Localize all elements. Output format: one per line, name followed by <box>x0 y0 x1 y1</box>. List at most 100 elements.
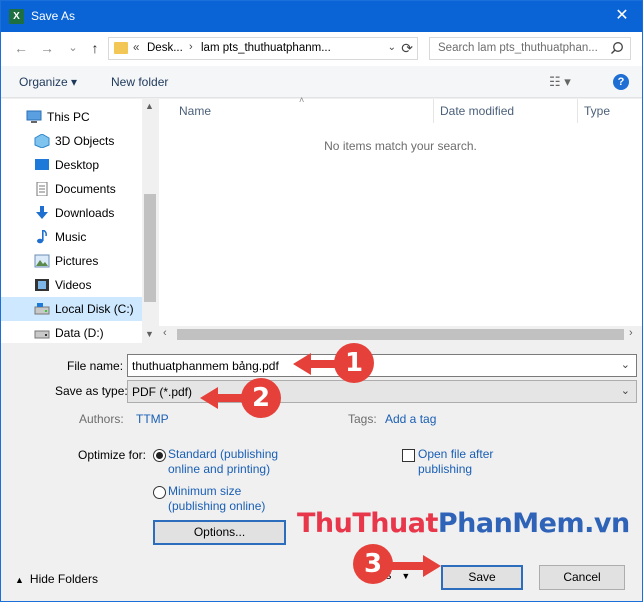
file-name-label: File name: <box>67 359 124 373</box>
minimum-option-label[interactable]: Minimum size (publishing online) <box>168 484 265 514</box>
sidebar-item-data-drive[interactable]: Data (D:) <box>1 321 142 343</box>
search-box[interactable]: Search lam pts_thuthuatphan... <box>429 37 631 60</box>
save-button[interactable]: Save <box>441 565 523 590</box>
authors-label: Authors: <box>79 412 124 426</box>
sidebar-item-desktop[interactable]: Desktop <box>1 153 142 177</box>
breadcrumb-overflow[interactable]: « <box>133 42 139 54</box>
chevron-down-icon[interactable]: ⌄ <box>621 358 630 371</box>
column-header-type[interactable]: Type <box>584 104 610 128</box>
watermark-part2: PhanMem <box>437 508 585 539</box>
sidebar-item-downloads[interactable]: Downloads <box>1 201 142 225</box>
save-as-type-value: PDF (*.pdf) <box>132 385 193 399</box>
organize-button[interactable]: Organize ▾ <box>19 75 77 89</box>
sidebar-item-label: Pictures <box>55 254 99 268</box>
hide-folders-button[interactable]: ▲ Hide Folders <box>15 572 98 586</box>
scroll-up-icon[interactable]: ▲ <box>145 101 154 111</box>
sidebar-item-pictures[interactable]: Pictures <box>1 249 142 273</box>
sidebar-item-label: Downloads <box>55 206 115 220</box>
this-pc-icon <box>26 110 42 123</box>
watermark-part1: ThuThuat <box>297 508 438 539</box>
downloads-icon <box>36 206 48 219</box>
breadcrumb-desktop[interactable]: Desk... <box>147 42 183 54</box>
command-toolbar: Organize ▾ New folder ☷ ▾ ? <box>1 66 642 98</box>
search-icon[interactable] <box>610 41 624 55</box>
callout-badge-2: 2 <box>241 378 281 418</box>
sort-up-icon: ˄ <box>299 95 305 105</box>
music-icon <box>37 230 47 244</box>
empty-message: No items match your search. <box>324 139 477 153</box>
scroll-down-icon[interactable]: ▼ <box>145 329 154 339</box>
sidebar-item-label: Documents <box>55 182 116 196</box>
column-header-date-modified[interactable]: Date modified <box>440 104 514 128</box>
standard-option-line2: online and printing) <box>168 462 271 476</box>
chevron-right-icon: › <box>189 41 193 53</box>
view-options-button[interactable]: ☷ ▾ <box>549 74 571 90</box>
scrollbar-thumb[interactable] <box>177 329 624 340</box>
watermark: ThuThuatPhanMem.vn <box>297 508 630 539</box>
search-input[interactable]: Search lam pts_thuthuatphan... <box>438 42 598 54</box>
add-tag-link[interactable]: Add a tag <box>385 412 436 426</box>
3d-objects-icon <box>34 134 50 148</box>
back-button[interactable]: ← <box>13 40 29 56</box>
open-after-line2: publishing <box>418 462 473 476</box>
chevron-down-icon[interactable]: ⌄ <box>621 384 630 397</box>
save-as-dialog: X Save As ✕ ← → ⌄ ↑ « Desk... › lam pts_… <box>0 0 643 602</box>
sidebar-item-label: This PC <box>47 110 90 124</box>
sidebar-item-documents[interactable]: Documents <box>1 177 142 201</box>
file-name-value[interactable]: thuthuatphanmem bảng.pdf <box>132 359 279 373</box>
save-as-type-label: Save as type: <box>55 384 128 398</box>
scroll-left-icon[interactable]: ‹ <box>163 327 167 339</box>
column-header-name[interactable]: Name <box>179 104 211 128</box>
address-bar[interactable]: « Desk... › lam pts_thuthuatphanm... ⌄ ⟳ <box>108 37 418 60</box>
sidebar-item-this-pc[interactable]: This PC <box>1 105 142 129</box>
standard-option-line1: Standard (publishing <box>168 447 279 461</box>
pictures-icon <box>34 254 50 268</box>
folder-icon <box>114 42 128 54</box>
open-after-checkbox[interactable] <box>402 449 415 462</box>
breadcrumb-folder[interactable]: lam pts_thuthuatphanm... <box>201 42 331 54</box>
sidebar-item-label: Videos <box>55 278 92 292</box>
sidebar-item-music[interactable]: Music <box>1 225 142 249</box>
chevron-up-icon: ▲ <box>15 575 24 585</box>
scroll-right-icon[interactable]: › <box>629 327 633 339</box>
minimum-option-line1: Minimum size <box>168 484 242 498</box>
navigation-pane: This PC 3D Objects Desktop Documents Dow… <box>1 99 158 343</box>
desktop-icon <box>35 159 49 170</box>
excel-app-icon: X <box>9 9 24 24</box>
sidebar-item-videos[interactable]: Videos <box>1 273 142 297</box>
sidebar-item-label: Local Disk (C:) <box>55 302 134 316</box>
documents-icon <box>36 182 48 196</box>
refresh-icon[interactable]: ⟳ <box>401 40 413 57</box>
forward-button[interactable]: → <box>39 40 55 56</box>
file-list: ˄ Name Date modified Type No items match… <box>159 95 642 343</box>
file-list-scrollbar[interactable]: ‹ › <box>159 326 642 343</box>
close-button[interactable]: ✕ <box>612 6 632 26</box>
help-icon[interactable]: ? <box>613 74 629 90</box>
watermark-part3: .vn <box>584 508 630 539</box>
local-disk-icon <box>34 303 50 315</box>
optimize-for-label: Optimize for: <box>78 448 147 462</box>
data-drive-icon <box>34 330 50 339</box>
sidebar-item-3d-objects[interactable]: 3D Objects <box>1 129 142 153</box>
recent-locations-button[interactable]: ⌄ <box>65 40 81 56</box>
standard-option-label[interactable]: Standard (publishing online and printing… <box>168 447 278 477</box>
radio-minimum-size[interactable] <box>153 486 166 499</box>
sidebar-item-label: Desktop <box>55 158 100 172</box>
options-button[interactable]: Options... <box>153 520 286 545</box>
up-button[interactable]: ↑ <box>87 40 103 56</box>
new-folder-button[interactable]: New folder <box>111 75 168 89</box>
hide-folders-label: Hide Folders <box>29 572 98 586</box>
scrollbar-thumb[interactable] <box>144 194 156 302</box>
open-after-label[interactable]: Open file after publishing <box>418 447 493 477</box>
tags-label: Tags: <box>348 412 377 426</box>
cancel-button[interactable]: Cancel <box>539 565 625 590</box>
sidebar-item-local-disk[interactable]: Local Disk (C:) <box>1 297 142 321</box>
open-after-line1: Open file after <box>418 447 494 461</box>
authors-value[interactable]: TTMP <box>136 412 169 426</box>
file-name-field[interactable]: thuthuatphanmem bảng.pdf ⌄ <box>127 354 637 377</box>
callout-badge-1: 1 <box>334 343 374 383</box>
navigation-scrollbar[interactable]: ▲ ▼ <box>142 99 158 343</box>
address-dropdown-icon[interactable]: ⌄ <box>388 42 396 53</box>
radio-standard[interactable] <box>153 449 166 462</box>
sidebar-item-label: Data (D:) <box>55 326 104 340</box>
